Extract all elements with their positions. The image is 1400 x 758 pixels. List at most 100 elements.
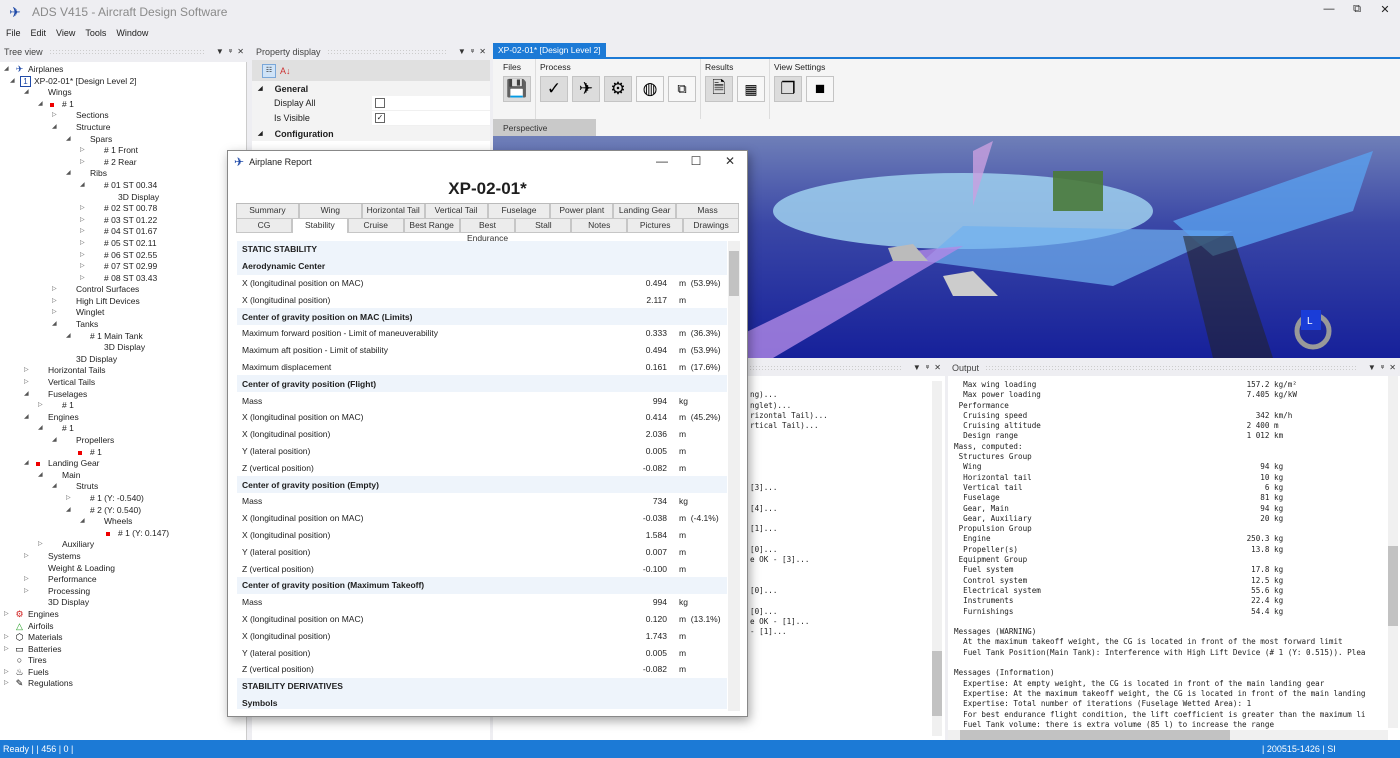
panel-menu-icon[interactable]: ▼ bbox=[1368, 363, 1376, 372]
menu-tools[interactable]: Tools bbox=[85, 28, 106, 38]
expand-arrow-icon[interactable]: ▷ bbox=[52, 307, 57, 319]
close-button[interactable]: ✕ bbox=[1378, 3, 1392, 16]
tree-item[interactable]: ▷ Vertical Tails bbox=[0, 377, 246, 389]
collapse-arrow-icon[interactable]: ◢ bbox=[52, 319, 57, 331]
collapse-arrow-icon[interactable]: ◢ bbox=[66, 505, 71, 517]
tree-item[interactable]: ▷ # 04 ST 01.67 bbox=[0, 226, 246, 238]
document-tab[interactable]: XP-02-01* [Design Level 2] bbox=[493, 43, 606, 57]
pin-icon[interactable]: ᵠ bbox=[926, 363, 930, 372]
pin-icon[interactable]: ᵠ bbox=[471, 47, 475, 56]
sort-alpha-icon[interactable]: A↓ bbox=[280, 66, 291, 76]
expand-arrow-icon[interactable]: ▷ bbox=[4, 678, 9, 690]
tree-item[interactable]: ◢ Struts bbox=[0, 481, 246, 493]
tree-item[interactable]: ▷ # 06 ST 02.55 bbox=[0, 250, 246, 262]
tree-item[interactable]: ◢ Ribs bbox=[0, 168, 246, 180]
expand-arrow-icon[interactable]: ▷ bbox=[66, 493, 71, 505]
tree-item[interactable]: ▷ ✎ Regulations bbox=[0, 678, 246, 690]
collapse-arrow-icon[interactable]: ◢ bbox=[80, 516, 85, 528]
collapse-arrow-icon[interactable]: ◢ bbox=[66, 168, 71, 180]
collapse-arrow-icon[interactable]: ◢ bbox=[38, 470, 43, 482]
close-icon[interactable]: ✕ bbox=[934, 363, 941, 372]
tree-item[interactable]: # 1 bbox=[0, 447, 246, 459]
expand-arrow-icon[interactable]: ▷ bbox=[80, 215, 85, 227]
tree-item[interactable]: ▷ ⬡ Materials bbox=[0, 632, 246, 644]
expand-arrow-icon[interactable]: ▷ bbox=[24, 551, 29, 563]
solid-button[interactable]: ■ bbox=[806, 76, 834, 102]
wireframe-button[interactable]: ❐ bbox=[774, 76, 802, 102]
tree-item[interactable]: ◢ # 1 Main Tank bbox=[0, 331, 246, 343]
tree-item[interactable]: ▷ Processing bbox=[0, 586, 246, 598]
tree-item[interactable]: ▷ # 1 bbox=[0, 400, 246, 412]
expand-arrow-icon[interactable]: ▷ bbox=[24, 574, 29, 586]
expand-arrow-icon[interactable]: ▷ bbox=[24, 365, 29, 377]
tab-cg[interactable]: CG bbox=[236, 218, 292, 233]
categorized-icon[interactable]: ☷ bbox=[262, 63, 276, 78]
pin-icon[interactable]: ᵠ bbox=[229, 47, 233, 56]
tab-wing[interactable]: Wing bbox=[298, 204, 362, 219]
menu-view[interactable]: View bbox=[56, 28, 75, 38]
expand-arrow-icon[interactable]: ▷ bbox=[80, 145, 85, 157]
tree-item[interactable]: ◢ ✈ Airplanes bbox=[0, 64, 246, 76]
expand-arrow-icon[interactable]: ▷ bbox=[80, 261, 85, 273]
tree-item[interactable]: ◢ Propellers bbox=[0, 435, 246, 447]
expand-arrow-icon[interactable]: ▷ bbox=[80, 203, 85, 215]
collapse-arrow-icon[interactable]: ◢ bbox=[38, 99, 43, 111]
collapse-arrow-icon[interactable]: ◢ bbox=[24, 389, 29, 401]
expand-arrow-icon[interactable]: ▷ bbox=[52, 110, 57, 122]
tree-item[interactable]: # 1 (Y: 0.147) bbox=[0, 528, 246, 540]
settings-button[interactable]: ⚙ bbox=[604, 76, 632, 102]
property-group-general[interactable]: ◢ General bbox=[252, 81, 490, 96]
log-scrollbar[interactable] bbox=[932, 381, 942, 736]
restore-button[interactable]: ⧉ bbox=[1350, 3, 1364, 16]
tree-item[interactable]: ◢ Spars bbox=[0, 134, 246, 146]
tab-horizontal-tail[interactable]: Horizontal Tail bbox=[361, 204, 425, 219]
tree-item[interactable]: ◢ Wheels bbox=[0, 516, 246, 528]
tree-item[interactable]: ▷ Winglet bbox=[0, 307, 246, 319]
collapse-arrow-icon[interactable]: ◢ bbox=[80, 180, 85, 192]
collapse-arrow-icon[interactable]: ◢ bbox=[66, 331, 71, 343]
panel-menu-icon[interactable]: ▼ bbox=[458, 47, 466, 56]
tree-item[interactable]: 3D Display bbox=[0, 354, 246, 366]
tab-best-range[interactable]: Best Range bbox=[403, 218, 460, 233]
expand-arrow-icon[interactable]: ▷ bbox=[80, 238, 85, 250]
tree-item[interactable]: ▷ # 03 ST 01.22 bbox=[0, 215, 246, 227]
tab-landing-gear[interactable]: Landing Gear bbox=[613, 204, 677, 219]
dialog-maximize-button[interactable]: ☐ bbox=[689, 154, 703, 168]
tree-item[interactable]: ◢ Engines bbox=[0, 412, 246, 424]
tree-item[interactable]: ▷ Sections bbox=[0, 110, 246, 122]
collapse-arrow-icon[interactable]: ◢ bbox=[52, 435, 57, 447]
expand-arrow-icon[interactable]: ▷ bbox=[4, 667, 9, 679]
dialog-close-button[interactable]: ✕ bbox=[723, 154, 737, 168]
collapse-arrow-icon[interactable]: ◢ bbox=[4, 64, 9, 76]
tab-best-endurance[interactable]: Best Endurance bbox=[459, 218, 516, 243]
expand-arrow-icon[interactable]: ▷ bbox=[38, 539, 43, 551]
grid-button[interactable]: ▦ bbox=[737, 76, 765, 102]
report-scrollbar[interactable] bbox=[728, 241, 740, 711]
minimize-button[interactable]: — bbox=[1322, 3, 1336, 16]
tab-mass[interactable]: Mass bbox=[676, 204, 739, 219]
panel-menu-icon[interactable]: ▼ bbox=[913, 363, 921, 372]
tree-item[interactable]: ▷ High Lift Devices bbox=[0, 296, 246, 308]
tree-item[interactable]: ◢ Tanks bbox=[0, 319, 246, 331]
tree-item[interactable]: ◢ Landing Gear bbox=[0, 458, 246, 470]
airplane-button[interactable]: ✈ bbox=[572, 76, 600, 102]
tab-pictures[interactable]: Pictures bbox=[627, 218, 684, 233]
tree-item[interactable]: ▷ Control Surfaces bbox=[0, 284, 246, 296]
collapse-arrow-icon[interactable]: ◢ bbox=[38, 423, 43, 435]
tab-fuselage[interactable]: Fuselage bbox=[487, 204, 551, 219]
pin-icon[interactable]: ᵠ bbox=[1381, 363, 1385, 372]
tree-item[interactable]: ▷ # 1 (Y: -0.540) bbox=[0, 493, 246, 505]
tab-notes[interactable]: Notes bbox=[571, 218, 628, 233]
scrollbar-thumb[interactable] bbox=[729, 251, 739, 296]
tree-item[interactable]: ◢ Fuselages bbox=[0, 389, 246, 401]
property-group-configuration[interactable]: ◢ Configuration bbox=[252, 126, 490, 141]
tree-item[interactable]: ◢ # 01 ST 00.34 bbox=[0, 180, 246, 192]
tree-item[interactable]: ▷ Auxiliary bbox=[0, 539, 246, 551]
tree-item[interactable]: ▷ # 02 ST 00.78 bbox=[0, 203, 246, 215]
tree-item[interactable]: ▷ # 2 Rear bbox=[0, 157, 246, 169]
tree-item[interactable]: Weight & Loading bbox=[0, 563, 246, 575]
collapse-arrow-icon[interactable]: ◢ bbox=[66, 134, 71, 146]
expand-arrow-icon[interactable]: ▷ bbox=[38, 400, 43, 412]
menu-edit[interactable]: Edit bbox=[31, 28, 47, 38]
is-visible-checkbox[interactable]: ✓ bbox=[375, 113, 385, 123]
